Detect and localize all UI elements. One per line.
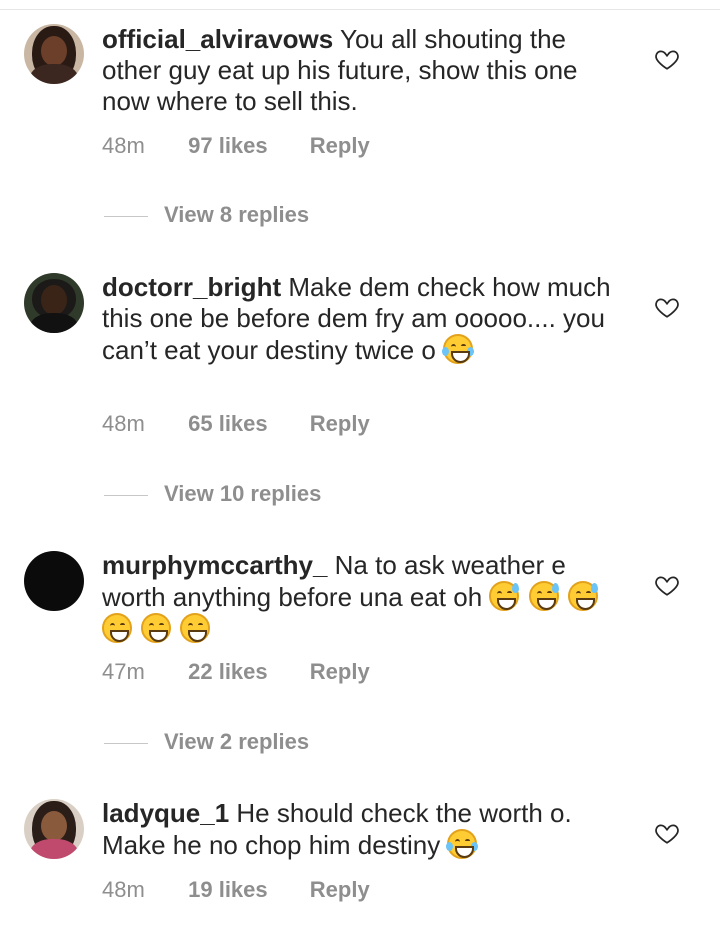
heart-icon[interactable] — [654, 46, 680, 72]
comment-likes[interactable]: 19 likes — [188, 877, 268, 903]
replies-divider-line — [104, 742, 148, 744]
heart-icon[interactable] — [654, 820, 680, 846]
comment-meta: 48m 65 likes Reply — [102, 411, 370, 437]
grinning-face-with-sweat-icon — [528, 581, 559, 611]
avatar[interactable] — [24, 799, 84, 859]
avatar[interactable] — [24, 551, 84, 611]
grinning-squinting-face-icon — [102, 613, 132, 643]
reply-button[interactable]: Reply — [310, 877, 370, 903]
comment-likes[interactable]: 22 likes — [188, 659, 268, 685]
heart-icon[interactable] — [654, 572, 680, 598]
comment-likes[interactable]: 65 likes — [188, 411, 268, 437]
view-replies-label: View 8 replies — [164, 202, 310, 227]
comment-text: official_alviravows You all shouting the… — [102, 24, 632, 117]
view-replies-button[interactable]: View 10 replies — [104, 481, 321, 507]
reply-button[interactable]: Reply — [310, 133, 370, 159]
view-replies-label: View 2 replies — [164, 729, 310, 754]
grinning-face-with-sweat-icon — [567, 581, 598, 611]
comment-time: 47m — [102, 659, 145, 684]
comment-text: doctorr_bright Make dem check how much t… — [102, 272, 632, 366]
face-with-tears-of-joy-icon — [446, 829, 479, 859]
comment-text: murphymccarthy_ Na to ask weather e wort… — [102, 550, 632, 645]
grinning-face-with-sweat-icon — [489, 581, 520, 611]
face-with-tears-of-joy-icon — [442, 334, 475, 364]
view-replies-label: View 10 replies — [164, 481, 322, 506]
comment-time: 48m — [102, 411, 145, 436]
reply-button[interactable]: Reply — [310, 411, 370, 437]
comment-username[interactable]: doctorr_bright — [102, 272, 281, 302]
top-divider — [0, 9, 720, 10]
avatar[interactable] — [24, 273, 84, 333]
view-replies-button[interactable]: View 8 replies — [104, 202, 309, 228]
comment-meta: 48m 19 likes Reply — [102, 877, 370, 903]
grinning-squinting-face-icon — [180, 613, 211, 643]
comment-meta: 48m 97 likes Reply — [102, 133, 370, 159]
comment-likes[interactable]: 97 likes — [188, 133, 268, 159]
grinning-squinting-face-icon — [141, 613, 172, 643]
replies-divider-line — [104, 215, 148, 217]
comment-time: 48m — [102, 133, 145, 158]
comment-username[interactable]: official_alviravows — [102, 24, 333, 54]
comment-time: 48m — [102, 877, 145, 902]
view-replies-button[interactable]: View 2 replies — [104, 729, 309, 755]
comment-meta: 47m 22 likes Reply — [102, 659, 370, 685]
comment-username[interactable]: ladyque_1 — [102, 798, 229, 828]
replies-divider-line — [104, 494, 148, 496]
avatar[interactable] — [24, 24, 84, 84]
reply-button[interactable]: Reply — [310, 659, 370, 685]
heart-icon[interactable] — [654, 294, 680, 320]
comment-username[interactable]: murphymccarthy_ — [102, 550, 327, 580]
comment-text: ladyque_1 He should check the worth o. M… — [102, 798, 632, 861]
